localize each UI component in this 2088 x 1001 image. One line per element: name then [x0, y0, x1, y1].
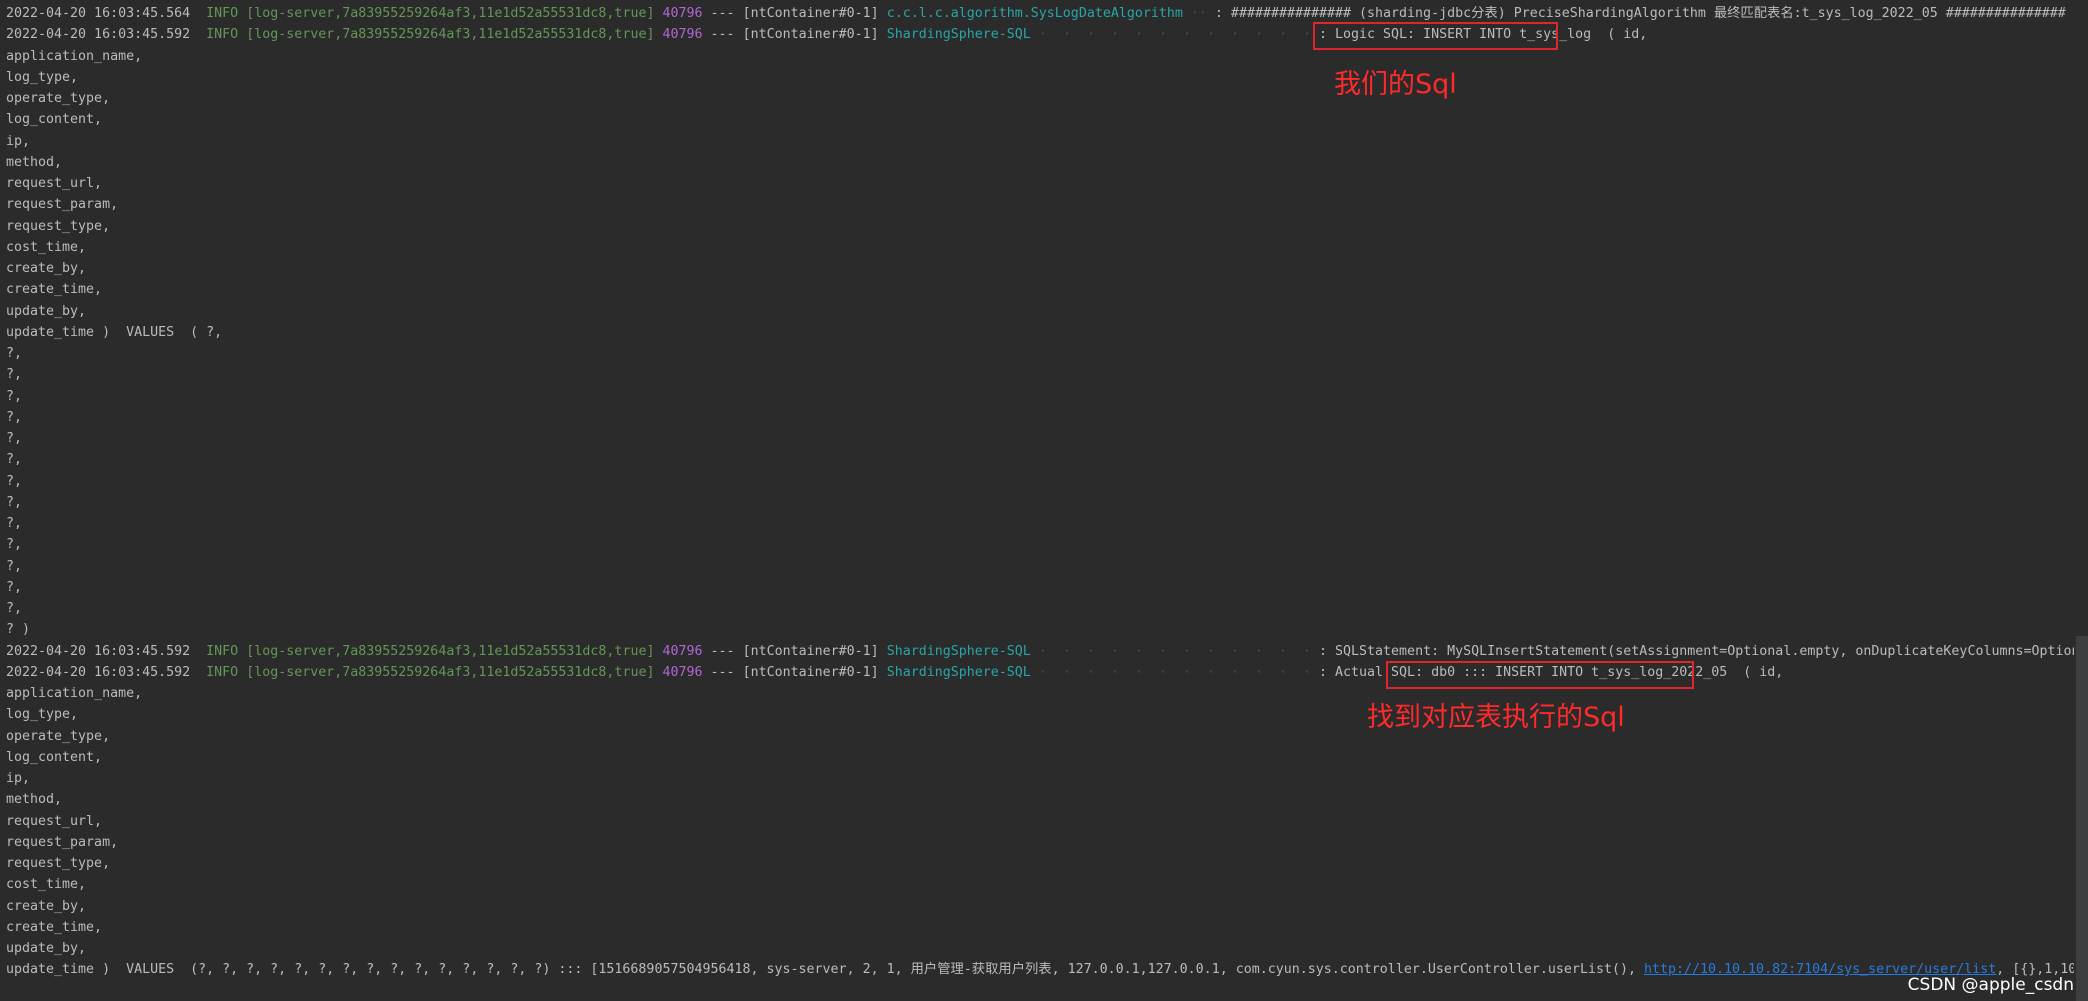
- sql-line: cost_time,: [6, 877, 87, 893]
- actual-sql-annotation: 找到对应表执行的Sql: [1367, 702, 1625, 733]
- sql-line: request_param,: [6, 834, 119, 850]
- log-pid: 40796: [662, 6, 703, 21]
- log-trace: [log-server,7a83955259264af3,11e1d52a555…: [246, 643, 655, 659]
- log-separator: ---: [710, 643, 735, 659]
- watermark: CSDN @apple_csdn: [1907, 975, 2074, 995]
- log-line: 2022-04-20 16:03:45.592 INFO [log-server…: [6, 24, 2074, 45]
- sql-line: ip,: [6, 771, 31, 786]
- sql-line: request_url,: [6, 176, 103, 191]
- log-thread: [ntContainer#0-1]: [742, 664, 879, 680]
- sql-line: create_time,: [6, 919, 103, 935]
- log-dots: · · · · · · · · · · · ·: [1030, 664, 1319, 680]
- log-thread: [ntContainer#0-1]: [742, 6, 879, 21]
- log-trace: [log-server,7a83955259264af3,11e1d52a555…: [246, 664, 655, 680]
- log-line: 2022-04-20 16:03:45.592 INFO [log-server…: [6, 662, 2074, 683]
- log-separator: ---: [710, 6, 735, 21]
- sql-line: ?,: [6, 346, 23, 361]
- log-dots: · · · · · · · · · · · ·: [1030, 27, 1319, 43]
- sql-line: create_by,: [6, 261, 87, 276]
- sql-line: request_type,: [6, 856, 111, 871]
- sql-line: create_time,: [6, 282, 103, 298]
- sql-line: ?,: [6, 516, 23, 531]
- sql-line: method,: [6, 154, 63, 170]
- sql-line: application_name,: [6, 48, 143, 64]
- sql-line: cost_time,: [6, 239, 87, 255]
- log-timestamp: 2022-04-20 16:03:45.592: [6, 27, 191, 43]
- sql-line: request_type,: [6, 218, 111, 234]
- sql-line: ?,: [6, 452, 23, 468]
- log-message: : SQLStatement: MySQLInsertStatement(set…: [1319, 643, 2074, 659]
- log-level: INFO: [206, 664, 239, 680]
- log-timestamp: 2022-04-20 16:03:45.592: [6, 643, 191, 659]
- sql-line: ?,: [6, 388, 23, 404]
- log-level: INFO: [206, 643, 239, 659]
- sql-line: update_by,: [6, 941, 87, 956]
- actual-sql-highlight-box: [1386, 661, 1694, 689]
- log-dots: · · · · · · · · · · · ·: [1030, 643, 1319, 659]
- log-timestamp: 2022-04-20 16:03:45.592: [6, 664, 191, 680]
- log-separator: ---: [710, 27, 735, 43]
- sql-line: ? ): [6, 622, 31, 638]
- sql-values-line: update_time ) VALUES (?, ?, ?, ?, ?, ?, …: [6, 959, 2074, 980]
- sql-line: operate_type,: [6, 728, 111, 744]
- sql-line: request_param,: [6, 197, 119, 213]
- log-thread: [ntContainer#0-1]: [742, 27, 879, 43]
- sql-line: ?,: [6, 409, 23, 425]
- sql-line: ?,: [6, 367, 23, 383]
- log-logger[interactable]: ShardingSphere-SQL: [887, 644, 1031, 659]
- sql-line: log_type,: [6, 69, 79, 85]
- sql-line: request_url,: [6, 813, 103, 829]
- logic-sql-annotation: 我们的Sql: [1334, 69, 1457, 100]
- log-logger[interactable]: ShardingSphere-SQL: [887, 665, 1031, 680]
- sql-line: method,: [6, 792, 63, 808]
- log-separator: ---: [710, 664, 735, 680]
- sql-line: ?,: [6, 431, 23, 446]
- sql-line: create_by,: [6, 898, 87, 914]
- log-trace: [log-server,7a83955259264af3,11e1d52a555…: [246, 6, 655, 21]
- log-timestamp: 2022-04-20 16:03:45.564: [6, 6, 191, 21]
- sql-line: application_name,: [6, 686, 143, 701]
- log-line: 2022-04-20 16:03:45.564 INFO [log-server…: [6, 3, 2074, 24]
- log-level: INFO: [206, 27, 239, 43]
- scrollbar[interactable]: [2076, 636, 2088, 1001]
- log-line: 2022-04-20 16:03:45.592 INFO [log-server…: [6, 641, 2074, 662]
- log-trace: [log-server,7a83955259264af3,11e1d52a555…: [246, 27, 655, 43]
- sql-line: update_time ) VALUES ( ?,: [6, 324, 223, 340]
- log-pid: 40796: [662, 643, 703, 659]
- log-pid: 40796: [662, 664, 703, 680]
- console-output[interactable]: 2022-04-20 16:03:45.564 INFO [log-server…: [6, 3, 2074, 981]
- sql-line: ?,: [6, 558, 23, 574]
- log-level: INFO: [206, 6, 239, 21]
- log-message: : ############### (sharding-jdbc分表) Prec…: [1214, 6, 2066, 21]
- log-pid: 40796: [662, 27, 703, 43]
- sql-values-text: update_time ) VALUES (?, ?, ?, ?, ?, ?, …: [6, 962, 1644, 978]
- sql-line: log_content,: [6, 112, 103, 128]
- logic-sql-highlight-box: [1313, 22, 1558, 50]
- sql-line: ?,: [6, 473, 23, 489]
- log-logger[interactable]: ShardingSphere-SQL: [887, 27, 1031, 42]
- log-thread: [ntContainer#0-1]: [742, 643, 879, 659]
- sql-line: operate_type,: [6, 91, 111, 106]
- log-dots: ··: [1182, 6, 1215, 21]
- log-logger[interactable]: c.c.l.c.algorithm.SysLogDateAlgorithm: [887, 6, 1183, 21]
- sql-line: update_by,: [6, 303, 87, 319]
- sql-line: ip,: [6, 133, 31, 149]
- sql-line: ?,: [6, 537, 23, 553]
- sql-line: log_type,: [6, 707, 79, 723]
- sql-line: ?,: [6, 601, 23, 616]
- sql-line: ?,: [6, 579, 23, 595]
- sql-line: log_content,: [6, 749, 103, 765]
- sql-line: ?,: [6, 494, 23, 510]
